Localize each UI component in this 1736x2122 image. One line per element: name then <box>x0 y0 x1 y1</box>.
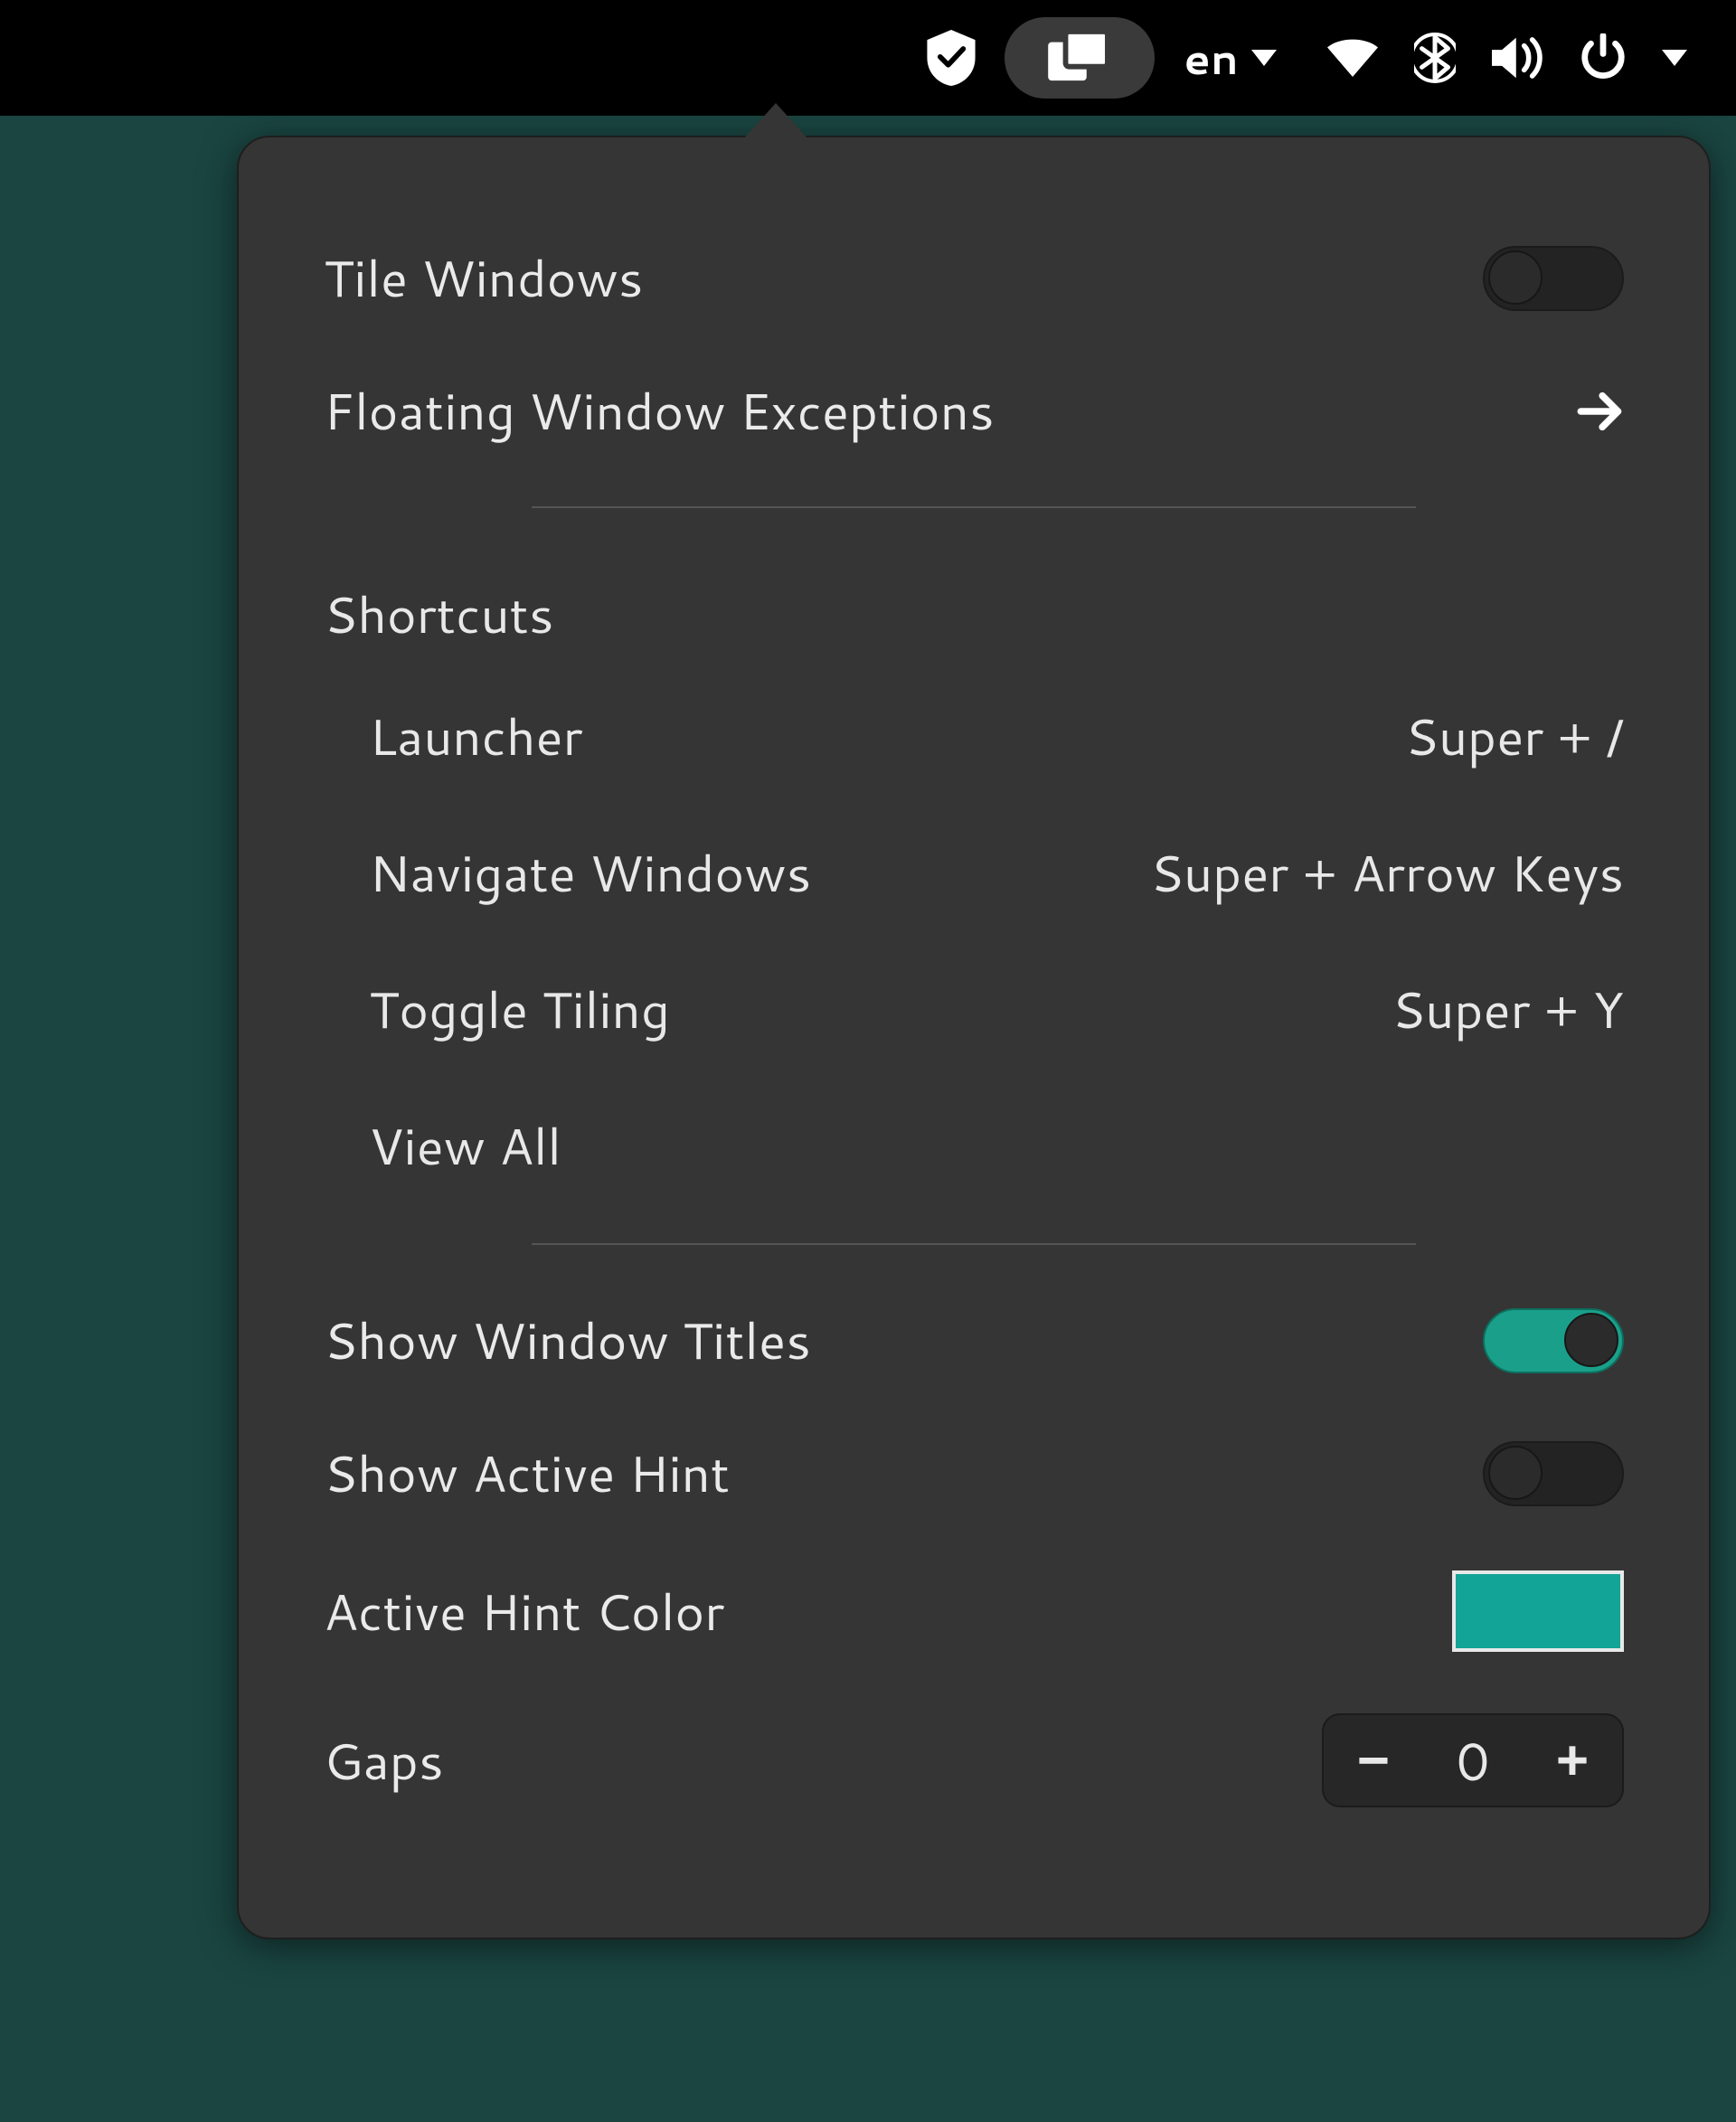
arrow-right-icon <box>1577 391 1624 431</box>
shortcut-label: Launcher <box>369 701 583 772</box>
shortcut-toggle-tiling: Toggle Tiling Super + Y <box>324 941 1624 1078</box>
tiling-indicator[interactable] <box>1005 17 1155 99</box>
show-active-hint-toggle[interactable] <box>1483 1441 1624 1506</box>
shortcut-launcher: Launcher Super + / <box>324 668 1624 805</box>
bluetooth-icon <box>1414 32 1456 84</box>
shortcut-navigate-windows: Navigate Windows Super + Arrow Keys <box>324 805 1624 941</box>
active-hint-color-swatch[interactable] <box>1452 1570 1624 1652</box>
shortcut-keys: Super + Arrow Keys <box>1150 837 1624 909</box>
system-status-area[interactable] <box>1306 17 1709 99</box>
shortcut-keys: Super + / <box>1405 701 1624 772</box>
security-indicator[interactable] <box>905 17 997 99</box>
show-window-titles-row: Show Window Titles <box>324 1274 1624 1407</box>
gaps-increment-button[interactable]: + <box>1523 1715 1622 1806</box>
shortcuts-view-all[interactable]: View All <box>324 1078 1624 1214</box>
gaps-stepper: − 0 + <box>1322 1713 1624 1807</box>
floating-exceptions-row[interactable]: Floating Window Exceptions <box>324 344 1624 477</box>
divider <box>532 1243 1416 1245</box>
chevron-down-icon <box>1662 50 1687 66</box>
gaps-decrement-button[interactable]: − <box>1324 1715 1423 1806</box>
popover-body: Tile Windows Floating Window Exceptions … <box>237 136 1711 1939</box>
shortcut-label: Toggle Tiling <box>369 974 670 1045</box>
tile-windows-toggle[interactable] <box>1483 246 1624 311</box>
active-hint-color-label: Active Hint Color <box>324 1576 724 1647</box>
show-window-titles-label: Show Window Titles <box>324 1305 811 1376</box>
shield-check-icon <box>927 30 976 86</box>
gaps-label: Gaps <box>324 1725 444 1797</box>
floating-exceptions-label: Floating Window Exceptions <box>324 375 995 447</box>
window-tiling-icon <box>1048 32 1111 84</box>
tile-windows-label: Tile Windows <box>324 242 643 314</box>
keyboard-layout-indicator[interactable]: en <box>1162 17 1298 99</box>
power-icon <box>1580 33 1626 82</box>
wifi-icon <box>1327 38 1378 78</box>
gaps-value: 0 <box>1423 1723 1523 1797</box>
volume-icon <box>1492 35 1544 80</box>
gaps-row: Gaps − 0 + <box>324 1683 1624 1838</box>
shortcuts-title: Shortcuts <box>324 537 1624 668</box>
show-active-hint-row: Show Active Hint <box>324 1407 1624 1540</box>
shortcut-keys: Super + Y <box>1392 974 1624 1045</box>
view-all-label: View All <box>369 1110 561 1182</box>
shortcut-label: Navigate Windows <box>369 837 811 909</box>
show-window-titles-toggle[interactable] <box>1483 1308 1624 1373</box>
active-hint-color-row: Active Hint Color <box>324 1540 1624 1683</box>
show-active-hint-label: Show Active Hint <box>324 1438 730 1509</box>
popover-arrow <box>743 103 808 139</box>
language-code: en <box>1184 27 1239 89</box>
tile-windows-row: Tile Windows <box>324 212 1624 344</box>
chevron-down-icon <box>1251 50 1277 66</box>
top-panel: en <box>0 0 1736 116</box>
divider <box>532 506 1416 508</box>
tiling-popover: Tile Windows Floating Window Exceptions … <box>237 136 1711 1939</box>
